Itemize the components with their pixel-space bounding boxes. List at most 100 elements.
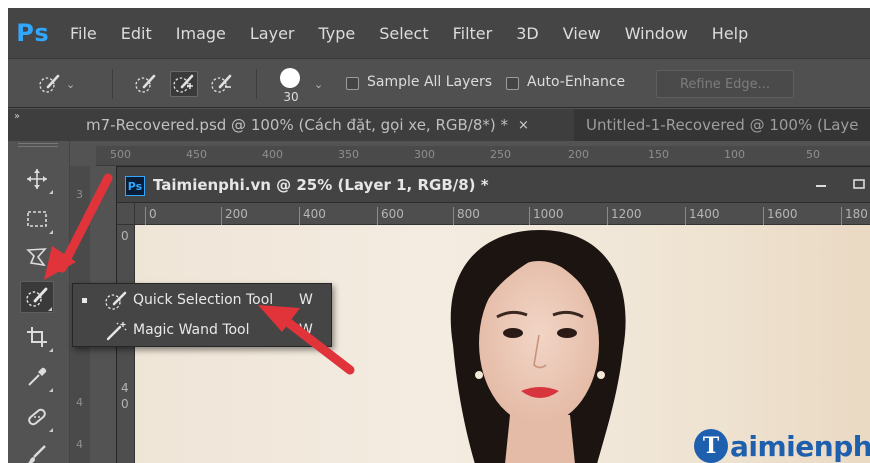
- tool-group-indicator: [48, 307, 52, 311]
- minimize-icon[interactable]: [807, 173, 835, 195]
- flyout-item-label: Quick Selection Tool: [133, 292, 274, 308]
- toolbar-grip[interactable]: [18, 143, 58, 147]
- add-to-selection-icon[interactable]: [170, 71, 198, 97]
- menu-filter[interactable]: Filter: [441, 8, 505, 58]
- close-icon[interactable]: ×: [518, 118, 529, 133]
- ruler-tick: 4: [76, 438, 83, 451]
- ruler-tick: 0: [145, 207, 157, 225]
- ruler-tick: 500: [110, 148, 131, 161]
- tab-title: m7-Recovered.psd @ 100% (Cách đặt, gọi x…: [86, 116, 509, 134]
- ruler-tick: 4: [76, 396, 83, 409]
- ruler-tick: 4: [121, 381, 129, 395]
- panel-collapse-icon[interactable]: ››: [14, 111, 20, 122]
- magic-wand-icon: [103, 320, 129, 342]
- tab-title: Untitled-1-Recovered @ 100% (Laye: [586, 116, 859, 134]
- tool-group-indicator: [49, 428, 53, 432]
- ruler-tick: 600: [377, 207, 404, 225]
- options-divider: [256, 69, 257, 99]
- horizontal-ruler[interactable]: 0 200 400 600 800 1000 1200 1400 1600 18…: [135, 203, 870, 225]
- auto-enhance-label: Auto-Enhance: [527, 74, 626, 90]
- sample-all-layers-label: Sample All Layers: [367, 74, 493, 90]
- tool-flyout-menu: Quick Selection Tool W Magic Wand Tool W: [72, 283, 332, 347]
- menu-select[interactable]: Select: [367, 8, 440, 58]
- move-tool-icon[interactable]: [20, 163, 54, 195]
- ruler-tick: 1000: [529, 207, 564, 225]
- document-title-bar[interactable]: Ps Taimienphi.vn @ 25% (Layer 1, RGB/8) …: [117, 167, 870, 203]
- ruler-tick: 0: [121, 397, 129, 411]
- ruler-tick: 1600: [763, 207, 798, 225]
- ruler-tick: 250: [490, 148, 511, 161]
- lasso-tool-icon[interactable]: [20, 241, 54, 273]
- options-bar: ⌄ 30 ⌄ Sample All Layers Auto-Enhance Re…: [8, 58, 870, 108]
- tools-panel: [8, 141, 70, 463]
- menu-bar: Ps File Edit Image Layer Type Select Fil…: [8, 8, 870, 58]
- flyout-shortcut: W: [299, 292, 313, 308]
- options-divider: [112, 69, 113, 99]
- ruler-tick: 0: [121, 229, 129, 243]
- ruler-tick: 50: [806, 148, 820, 161]
- sample-all-layers-checkbox[interactable]: [346, 77, 359, 90]
- ruler-tick: 200: [568, 148, 589, 161]
- ruler-tick: 1200: [607, 207, 642, 225]
- background-horizontal-ruler: 500 450 400 350 300 250 200 150 100 50: [96, 146, 870, 166]
- ruler-tick: 3: [76, 188, 83, 201]
- crop-tool-icon[interactable]: [20, 321, 54, 353]
- watermark-text: aimienph: [730, 429, 870, 463]
- flyout-quick-selection-tool[interactable]: Quick Selection Tool W: [73, 286, 331, 316]
- tool-group-indicator: [49, 268, 53, 272]
- brush-size-value: 30: [283, 90, 299, 104]
- flyout-shortcut: W: [299, 322, 313, 338]
- selected-bullet-icon: [82, 298, 87, 303]
- menu-file[interactable]: File: [58, 8, 109, 58]
- quick-selection-preset-icon[interactable]: [36, 71, 64, 97]
- menu-view[interactable]: View: [551, 8, 613, 58]
- taimienphi-watermark: T aimienph: [694, 428, 870, 463]
- quick-selection-tool-icon[interactable]: [20, 281, 54, 313]
- flyout-item-label: Magic Wand Tool: [133, 322, 250, 338]
- tool-group-indicator: [49, 230, 53, 234]
- auto-enhance-checkbox[interactable]: [506, 77, 519, 90]
- document-tabs: ›› m7-Recovered.psd @ 100% (Cách đặt, gọ…: [8, 109, 870, 141]
- marquee-tool-icon[interactable]: [20, 203, 54, 235]
- menu-window[interactable]: Window: [613, 8, 700, 58]
- tab-untitled-1-recovered[interactable]: Untitled-1-Recovered @ 100% (Laye: [574, 109, 870, 141]
- watermark-logo-icon: T: [694, 429, 728, 463]
- ruler-tick: 350: [338, 148, 359, 161]
- menu-3d[interactable]: 3D: [504, 8, 551, 58]
- menu-help[interactable]: Help: [700, 8, 760, 58]
- tab-m7-recovered[interactable]: m7-Recovered.psd @ 100% (Cách đặt, gọi x…: [74, 109, 574, 141]
- maximize-icon[interactable]: [845, 173, 870, 195]
- photoshop-window: Ps File Edit Image Layer Type Select Fil…: [8, 8, 870, 463]
- photoshop-logo: Ps: [16, 19, 50, 47]
- photoshop-document-icon: Ps: [125, 176, 145, 196]
- ruler-tick: 100: [724, 148, 745, 161]
- tool-group-indicator: [49, 190, 53, 194]
- preset-chevron-down-icon[interactable]: ⌄: [66, 78, 75, 91]
- subtract-from-selection-icon[interactable]: [208, 71, 236, 97]
- menu-type[interactable]: Type: [306, 8, 367, 58]
- new-selection-icon[interactable]: [132, 71, 160, 97]
- ruler-tick: 180: [841, 207, 868, 225]
- eyedropper-tool-icon[interactable]: [20, 361, 54, 393]
- menu-image[interactable]: Image: [164, 8, 238, 58]
- healing-brush-tool-icon[interactable]: [20, 401, 54, 433]
- ruler-tick: 400: [299, 207, 326, 225]
- brush-chevron-down-icon[interactable]: ⌄: [314, 78, 323, 91]
- menu-edit[interactable]: Edit: [109, 8, 164, 58]
- ruler-tick: 5: [76, 230, 83, 243]
- refine-edge-button[interactable]: Refine Edge...: [656, 70, 794, 98]
- ruler-tick: 150: [648, 148, 669, 161]
- ruler-tick: 1400: [685, 207, 720, 225]
- tool-group-indicator: [49, 348, 53, 352]
- flyout-magic-wand-tool[interactable]: Magic Wand Tool W: [73, 316, 331, 346]
- ruler-tick: 200: [221, 207, 248, 225]
- ruler-tick: 300: [414, 148, 435, 161]
- document-title: Taimienphi.vn @ 25% (Layer 1, RGB/8) *: [153, 176, 489, 194]
- ruler-origin[interactable]: [117, 203, 135, 225]
- menu-layer[interactable]: Layer: [238, 8, 307, 58]
- ruler-tick: 450: [186, 148, 207, 161]
- brush-tool-icon[interactable]: [20, 439, 54, 463]
- tool-group-indicator: [49, 388, 53, 392]
- ruler-tick: 800: [453, 207, 480, 225]
- brush-picker-icon[interactable]: [280, 68, 300, 88]
